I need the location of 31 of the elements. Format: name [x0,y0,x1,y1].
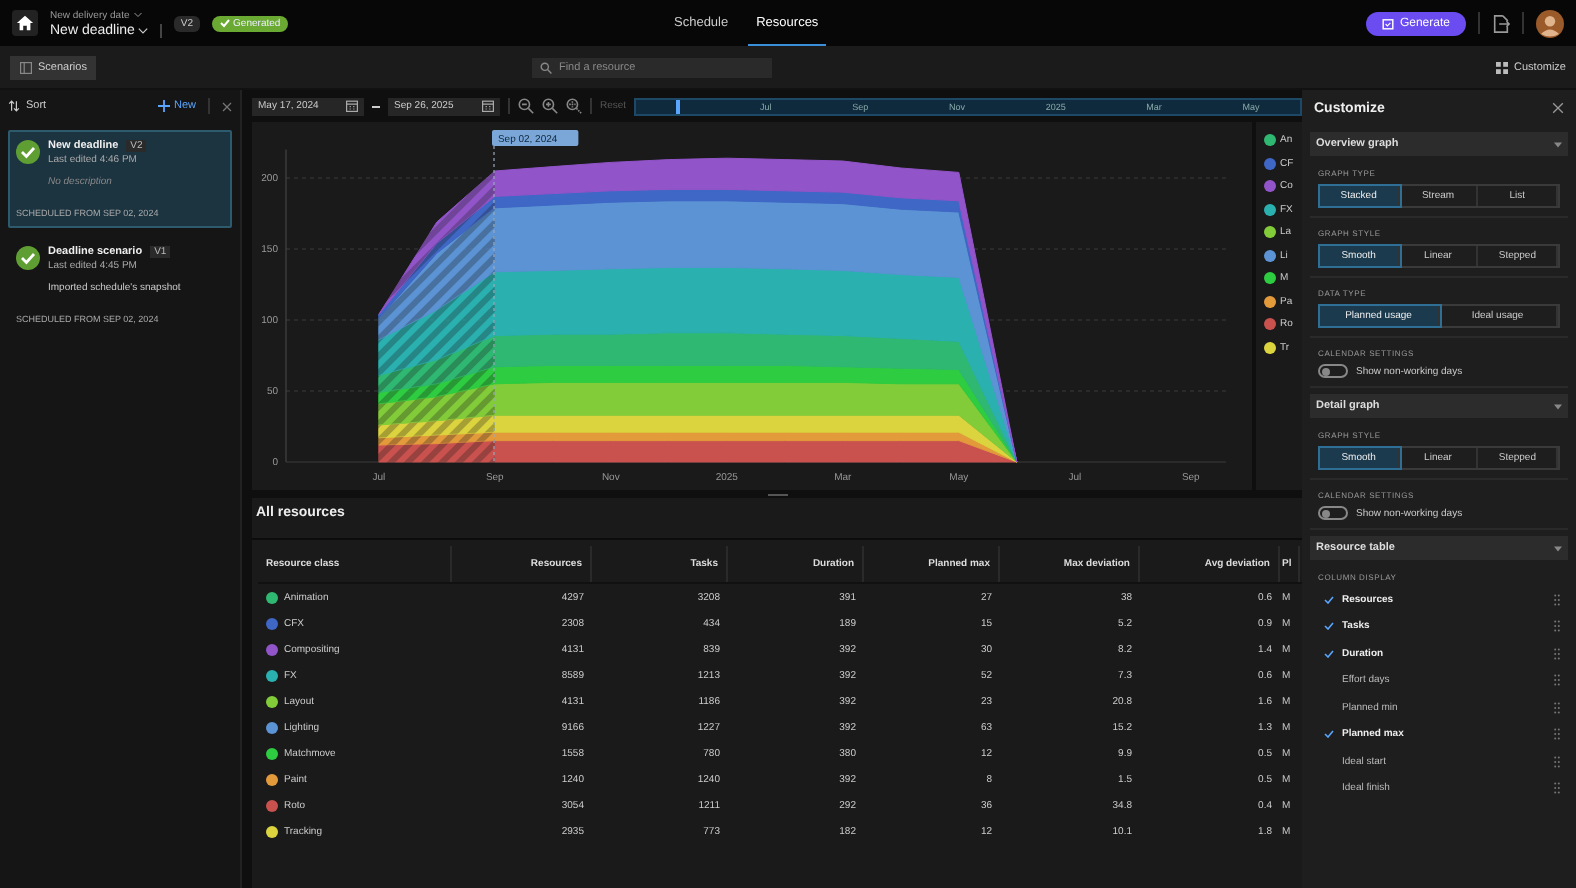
sort-icon [8,100,20,112]
house-icon [16,14,34,32]
check-icon [1324,730,1334,739]
calendar-icon [1381,17,1394,29]
check-icon [1324,595,1334,604]
caret-icon [1554,545,1562,551]
check-icon [1324,649,1334,658]
export-icon[interactable] [1492,13,1510,33]
resize-handle[interactable] [767,493,787,495]
check-circle-icon [16,140,40,164]
zoom-in-icon[interactable] [542,98,558,114]
caret-icon [1554,141,1562,147]
check-icon [1324,622,1334,631]
zoom-out-icon[interactable] [518,98,534,114]
panel-icon [20,61,32,73]
search-icon [540,61,553,73]
check-icon [219,18,230,28]
calendar-icon [346,100,358,112]
toggle-switch[interactable] [1318,506,1348,520]
plus-icon [157,100,170,112]
close-icon[interactable] [1552,102,1564,114]
avatar-icon[interactable] [1536,9,1564,37]
close-icon[interactable] [222,101,232,111]
grid-icon [1496,61,1509,73]
home-button[interactable] [12,10,38,36]
check-circle-icon [16,246,40,270]
calendar-icon [482,100,494,112]
toggle-switch[interactable] [1318,364,1348,378]
range-dash [372,105,380,107]
zoom-fit-icon[interactable] [566,98,582,114]
caret-icon [1554,403,1562,409]
